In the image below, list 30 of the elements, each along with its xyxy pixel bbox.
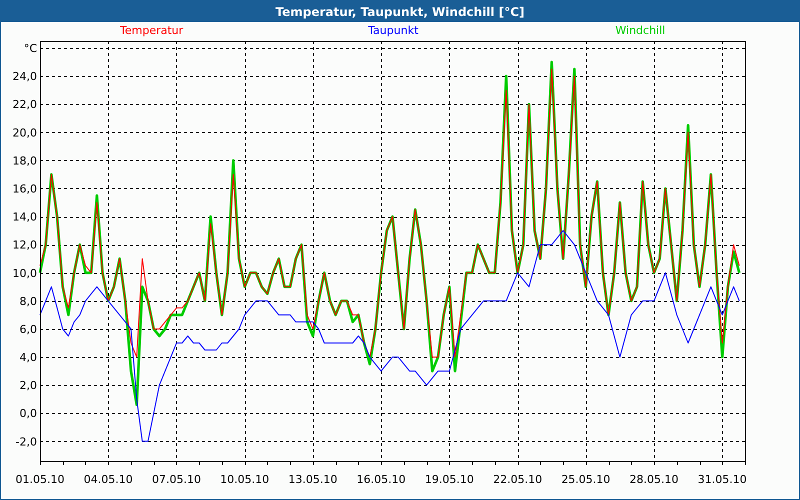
y-tick-label: 18,0 [12, 154, 37, 168]
x-tick-label: 01.05.10 [16, 473, 64, 486]
y-tick-label: 10,0 [12, 266, 37, 280]
x-tick-label: 31.05.10 [698, 473, 747, 486]
x-tick-label: 10.05.10 [220, 473, 270, 486]
y-tick-label: 16,0 [12, 182, 37, 196]
y-tick-label: 14,0 [12, 210, 37, 224]
y-tick-label: 12,0 [12, 238, 37, 252]
y-tick-label: 2,0 [20, 379, 37, 392]
x-tick-label: 13.05.10 [288, 473, 338, 486]
x-tick-label: 25.05.10 [561, 473, 610, 486]
x-tick-label: 19.05.10 [424, 473, 474, 486]
x-tick-label: 28.05.10 [630, 473, 679, 486]
y-tick-label: 22,0 [12, 98, 37, 112]
legend-label: Windchill [615, 24, 666, 37]
y-tick-label: 6,0 [20, 322, 37, 336]
x-tick-label: 04.05.10 [84, 473, 133, 486]
y-tick-label: 4,0 [20, 351, 37, 364]
y-tick-label: 8,0 [20, 294, 37, 308]
y-tick-label: 20,0 [12, 126, 37, 140]
y-axis-unit: °C [24, 42, 37, 56]
y-tick-label: 24,0 [12, 70, 37, 84]
y-tick-label: 0,0 [20, 407, 37, 420]
y-tick-label: -2,0 [16, 435, 37, 448]
x-tick-label: 07.05.10 [152, 473, 201, 486]
window-title: Temperatur, Taupunkt, Windchill [°C] [276, 4, 524, 18]
x-tick-label: 16.05.10 [356, 473, 406, 486]
legend-label: Temperatur [120, 24, 184, 37]
legend-label: Taupunkt [368, 24, 418, 37]
x-tick-label: 22.05.10 [493, 473, 542, 486]
